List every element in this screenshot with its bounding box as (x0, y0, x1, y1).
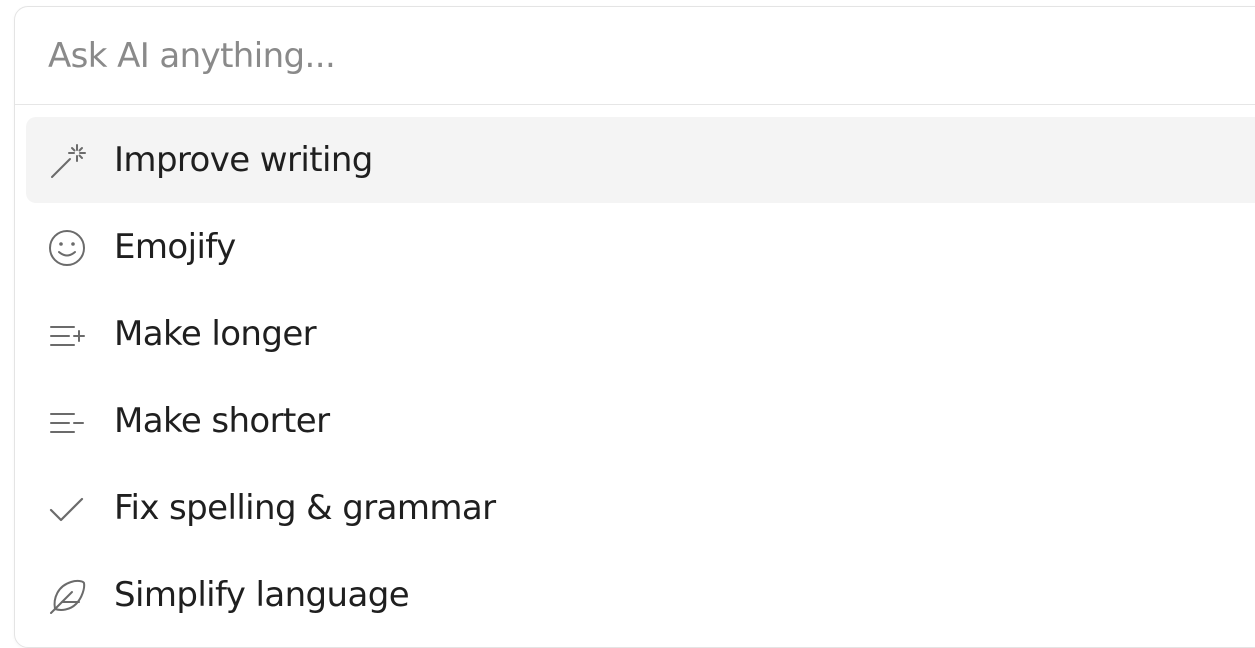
input-divider (15, 104, 1255, 105)
magic-wand-icon (46, 141, 88, 183)
menu-item-emojify[interactable]: Emojify (26, 204, 1255, 290)
menu-item-label: Simplify language (114, 575, 410, 615)
smiley-icon (46, 228, 88, 270)
lines-minus-icon (46, 402, 88, 444)
menu-item-label: Make shorter (114, 401, 330, 441)
feather-icon (46, 576, 88, 618)
lines-plus-icon (46, 315, 88, 357)
menu-item-label: Fix spelling & grammar (114, 488, 496, 528)
menu-item-make-longer[interactable]: Make longer (26, 291, 1255, 377)
menu-item-label: Emojify (114, 227, 236, 267)
menu-item-improve-writing[interactable]: Improve writing (26, 117, 1255, 203)
menu-item-label: Improve writing (114, 140, 373, 180)
ai-command-panel: Improve writing Emojify (14, 6, 1255, 648)
menu-item-label: Make longer (114, 314, 317, 354)
menu-item-simplify-language[interactable]: Simplify language (26, 552, 1255, 638)
menu-item-fix-spelling-grammar[interactable]: Fix spelling & grammar (26, 465, 1255, 551)
ai-action-menu: Improve writing Emojify Make longer Make… (26, 117, 1255, 639)
ask-ai-input[interactable] (15, 7, 1255, 104)
menu-item-make-shorter[interactable]: Make shorter (26, 378, 1255, 464)
checkmark-icon (46, 489, 88, 531)
